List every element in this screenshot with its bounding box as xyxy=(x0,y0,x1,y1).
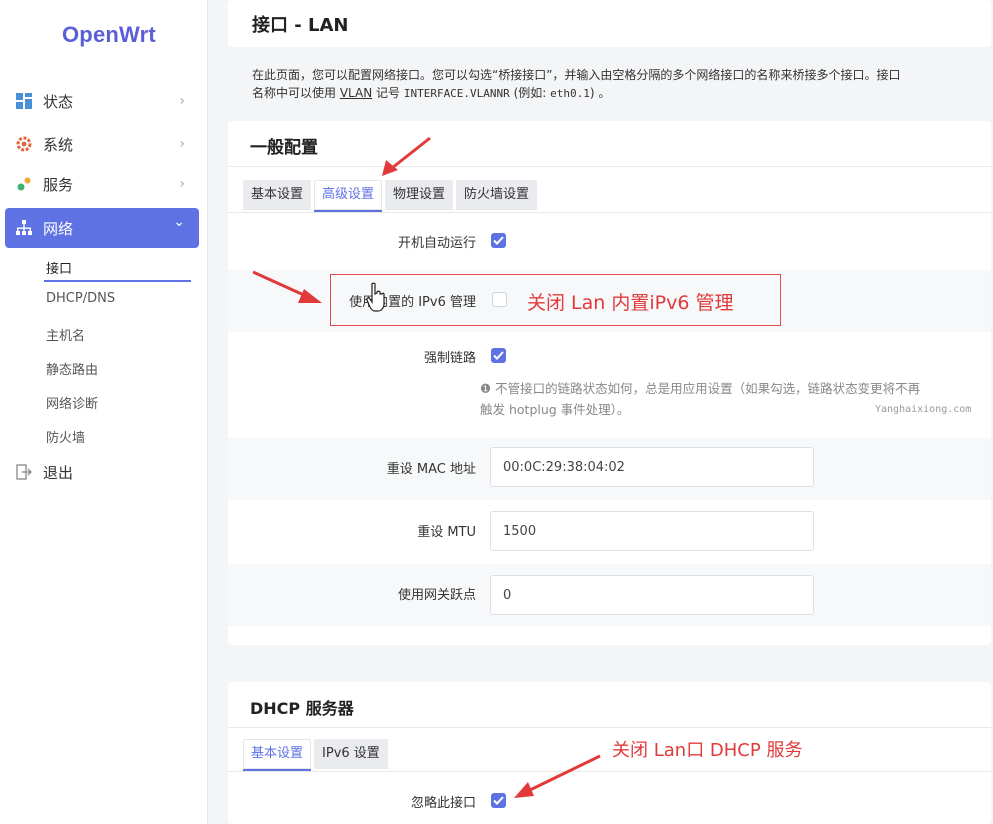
arrow-to-advanced-tab-icon xyxy=(382,136,431,176)
arrow-to-ipv6-row-icon xyxy=(252,270,322,303)
arrow-to-ignore-checkbox-icon xyxy=(514,754,601,798)
annotation-arrows xyxy=(252,136,601,798)
